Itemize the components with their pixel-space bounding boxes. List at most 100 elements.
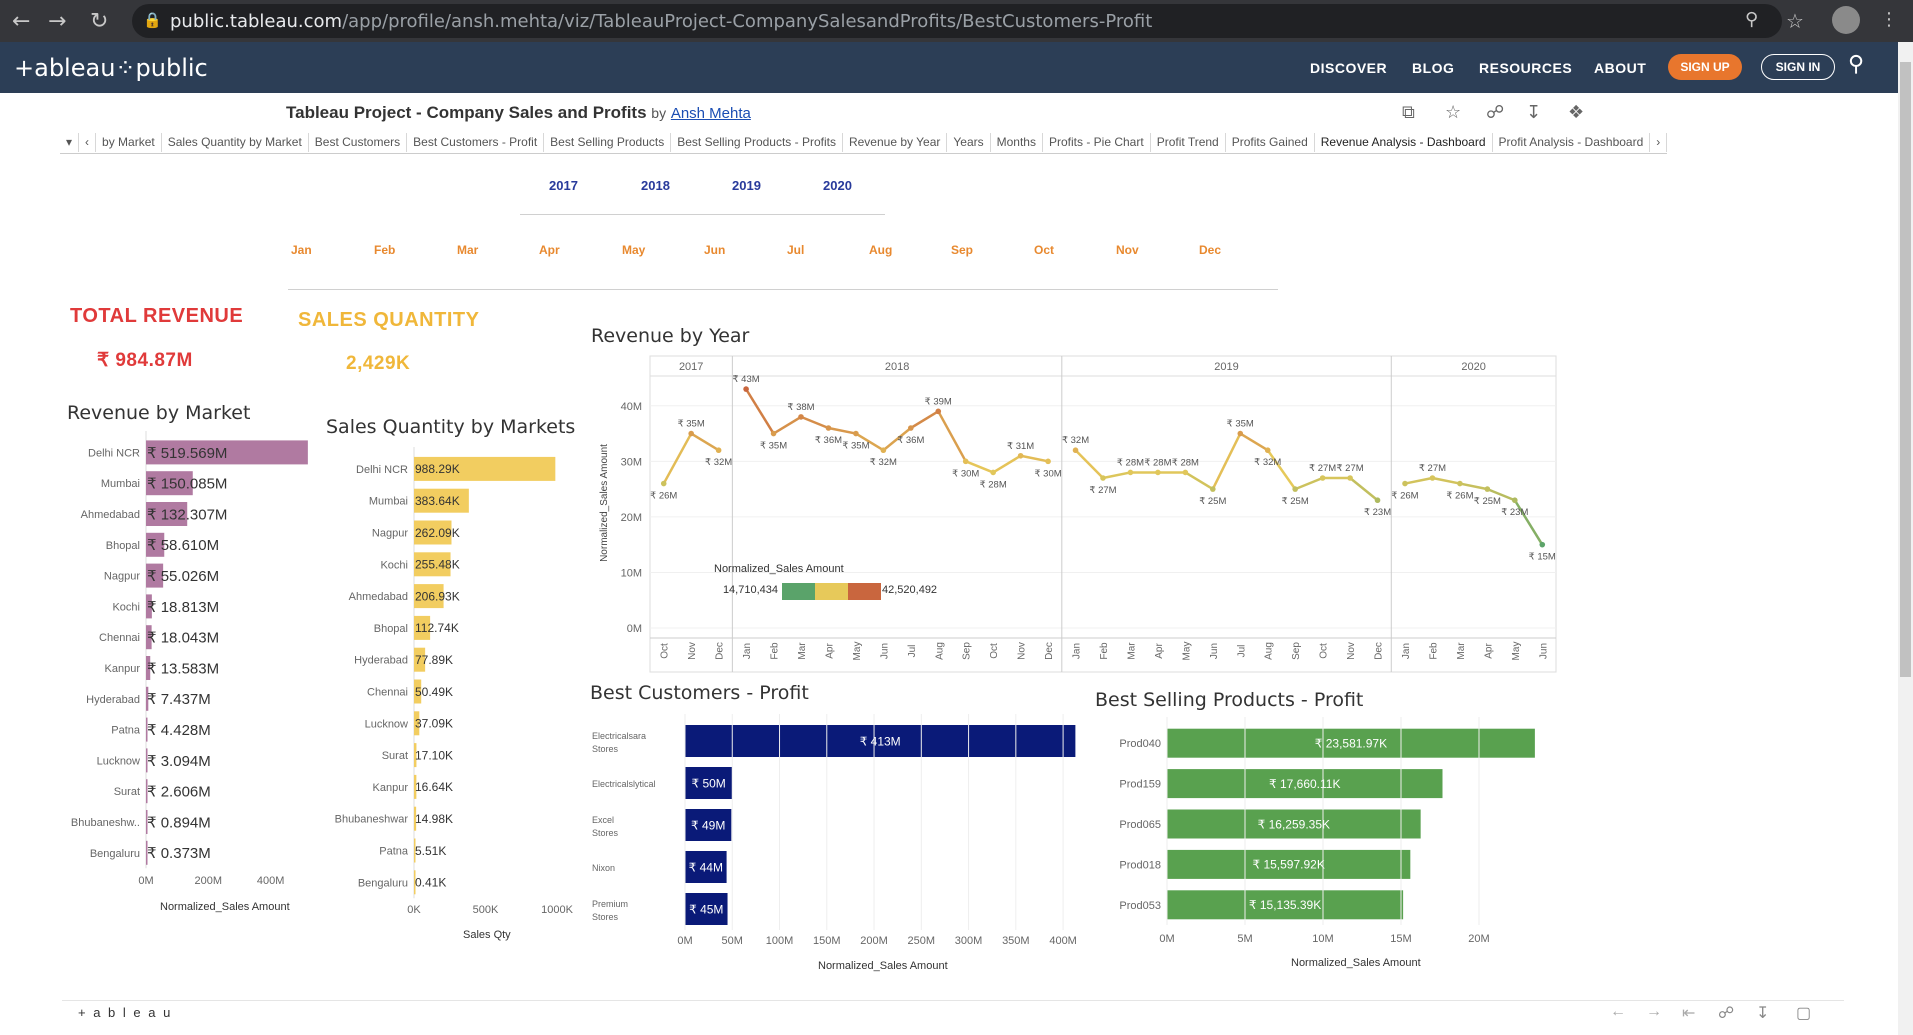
year-panel-label: 2020 bbox=[1461, 361, 1485, 373]
market-value-label: ₹ 132.307M bbox=[147, 506, 227, 523]
qty-value-label: 0.41K bbox=[415, 876, 446, 890]
month-filter-aug[interactable]: Aug bbox=[869, 243, 892, 257]
market-value-label: ₹ 18.813M bbox=[147, 599, 219, 616]
year-x-tick-label: Aug bbox=[1264, 642, 1275, 660]
redo-icon[interactable]: → bbox=[1646, 1003, 1662, 1021]
year-x-tick-label: Dec bbox=[1374, 642, 1385, 660]
year-line-segment bbox=[690, 432, 720, 452]
qty-category-label: Bengaluru bbox=[358, 877, 408, 889]
qty-value-label: 77.89K bbox=[415, 653, 453, 667]
product-value-label: ₹ 16,259.35K bbox=[1258, 817, 1330, 831]
year-filter-2018[interactable]: 2018 bbox=[641, 178, 670, 193]
year-point bbox=[908, 425, 914, 431]
year-point bbox=[825, 425, 832, 431]
year-point bbox=[935, 408, 942, 415]
year-line-segment bbox=[800, 415, 829, 430]
year-value-label: ₹ 35M bbox=[1227, 419, 1254, 430]
year-value-label: ₹ 28M bbox=[1117, 457, 1144, 468]
product-value-label: ₹ 17,660.11K bbox=[1269, 777, 1340, 791]
qty-category-label: Chennai bbox=[367, 687, 408, 699]
month-filter-oct[interactable]: Oct bbox=[1034, 243, 1054, 257]
scrollbar-thumb[interactable] bbox=[1900, 62, 1911, 677]
year-point bbox=[880, 447, 887, 454]
year-filter-2017[interactable]: 2017 bbox=[549, 178, 578, 193]
year-value-label: ₹ 28M bbox=[1172, 457, 1199, 468]
year-y-tick-label: 20M bbox=[621, 512, 642, 524]
year-value-label: ₹ 26M bbox=[1446, 491, 1473, 502]
year-point bbox=[1512, 497, 1518, 504]
year-x-tick-label: Jun bbox=[1538, 643, 1549, 659]
year-value-label: ₹ 35M bbox=[678, 419, 705, 430]
fullscreen-icon[interactable]: ▢ bbox=[1796, 1003, 1811, 1023]
qty-tick-label: 1000K bbox=[541, 904, 573, 916]
revert-icon[interactable]: ⇤ bbox=[1682, 1003, 1695, 1023]
month-filter-jul[interactable]: Jul bbox=[787, 243, 804, 257]
year-line-segment bbox=[1074, 449, 1104, 479]
year-legend-title: Normalized_Sales Amount bbox=[714, 563, 844, 575]
year-x-tick-label: Oct bbox=[989, 643, 1000, 659]
year-value-label: ₹ 25M bbox=[1199, 496, 1226, 507]
download-toolbar-icon[interactable]: ↧ bbox=[1756, 1003, 1769, 1023]
year-value-label: ₹ 32M bbox=[1254, 457, 1281, 468]
customer-category-label: Excel Stores bbox=[592, 815, 619, 838]
year-y-tick-label: 10M bbox=[621, 567, 642, 579]
qty-value-label: 206.93K bbox=[415, 589, 460, 603]
month-filter-sep[interactable]: Sep bbox=[951, 243, 973, 257]
year-filter-2020[interactable]: 2020 bbox=[823, 178, 852, 193]
market-category-label: Mumbai bbox=[101, 478, 140, 490]
month-filter-jun[interactable]: Jun bbox=[704, 243, 725, 257]
year-filter-2019[interactable]: 2019 bbox=[732, 178, 761, 193]
year-x-tick-label: Dec bbox=[715, 642, 726, 660]
year-legend-swatch bbox=[848, 583, 881, 600]
year-point bbox=[688, 430, 694, 437]
year-value-label: ₹ 32M bbox=[870, 457, 897, 468]
year-chart-frame bbox=[649, 355, 1557, 673]
month-filter-jan[interactable]: Jan bbox=[291, 243, 312, 257]
qty-value-label: 37.09K bbox=[415, 717, 453, 731]
qty-category-label: Delhi NCR bbox=[356, 464, 408, 476]
product-tick-label: 15M bbox=[1390, 933, 1411, 945]
year-panel-label: 2018 bbox=[885, 361, 909, 373]
year-y-tick-label: 0M bbox=[627, 623, 642, 635]
year-point bbox=[1045, 458, 1051, 465]
customer-value-label: ₹ 50M bbox=[691, 776, 725, 790]
viz-toolbar: + a b l e a u ← → ⇤ ☍ ↧ ▢ bbox=[62, 1000, 1844, 1025]
qty-category-label: Kanpur bbox=[373, 782, 409, 794]
year-line-segment bbox=[992, 454, 1022, 474]
month-filter-mar[interactable]: Mar bbox=[457, 243, 478, 257]
year-value-label: ₹ 30M bbox=[1035, 468, 1062, 479]
product-tick-label: 0M bbox=[1159, 933, 1174, 945]
product-category-label: Prod018 bbox=[1119, 859, 1161, 871]
year-value-label: ₹ 23M bbox=[1364, 507, 1391, 518]
customer-value-label: ₹ 49M bbox=[691, 818, 725, 832]
month-filter-feb[interactable]: Feb bbox=[374, 243, 395, 257]
month-filter-apr[interactable]: Apr bbox=[539, 243, 560, 257]
share-toolbar-icon[interactable]: ☍ bbox=[1718, 1003, 1734, 1023]
market-category-label: Delhi NCR bbox=[88, 447, 140, 459]
year-y-tick-label: 30M bbox=[621, 456, 642, 468]
year-line-segment bbox=[745, 388, 775, 435]
month-filter-dec[interactable]: Dec bbox=[1199, 243, 1221, 257]
customer-tick-label: 350M bbox=[1002, 935, 1030, 947]
year-point bbox=[962, 458, 969, 465]
year-line-segment bbox=[1432, 476, 1461, 485]
product-tick-label: 20M bbox=[1468, 933, 1489, 945]
year-point bbox=[990, 469, 996, 476]
tableau-footer-logo[interactable]: + a b l e a u bbox=[78, 1005, 172, 1020]
month-filter-nov[interactable]: Nov bbox=[1116, 243, 1139, 257]
year-point bbox=[715, 447, 722, 454]
customer-value-label: ₹ 44M bbox=[689, 860, 723, 874]
year-x-tick-label: Jun bbox=[879, 643, 890, 659]
product-category-label: Prod053 bbox=[1119, 900, 1161, 912]
month-filter-may[interactable]: May bbox=[622, 243, 645, 257]
year-point bbox=[1237, 430, 1244, 437]
undo-icon[interactable]: ← bbox=[1610, 1003, 1626, 1021]
qty-value-label: 112.74K bbox=[415, 621, 459, 635]
qty-value-label: 5.51K bbox=[415, 844, 446, 858]
year-x-tick-label: Feb bbox=[1099, 642, 1110, 660]
year-value-label: ₹ 35M bbox=[760, 441, 787, 452]
year-point bbox=[1319, 475, 1326, 481]
year-y-tick-label: 40M bbox=[621, 401, 642, 413]
year-value-label: ₹ 26M bbox=[650, 491, 677, 502]
market-value-label: ₹ 519.569M bbox=[147, 445, 227, 462]
